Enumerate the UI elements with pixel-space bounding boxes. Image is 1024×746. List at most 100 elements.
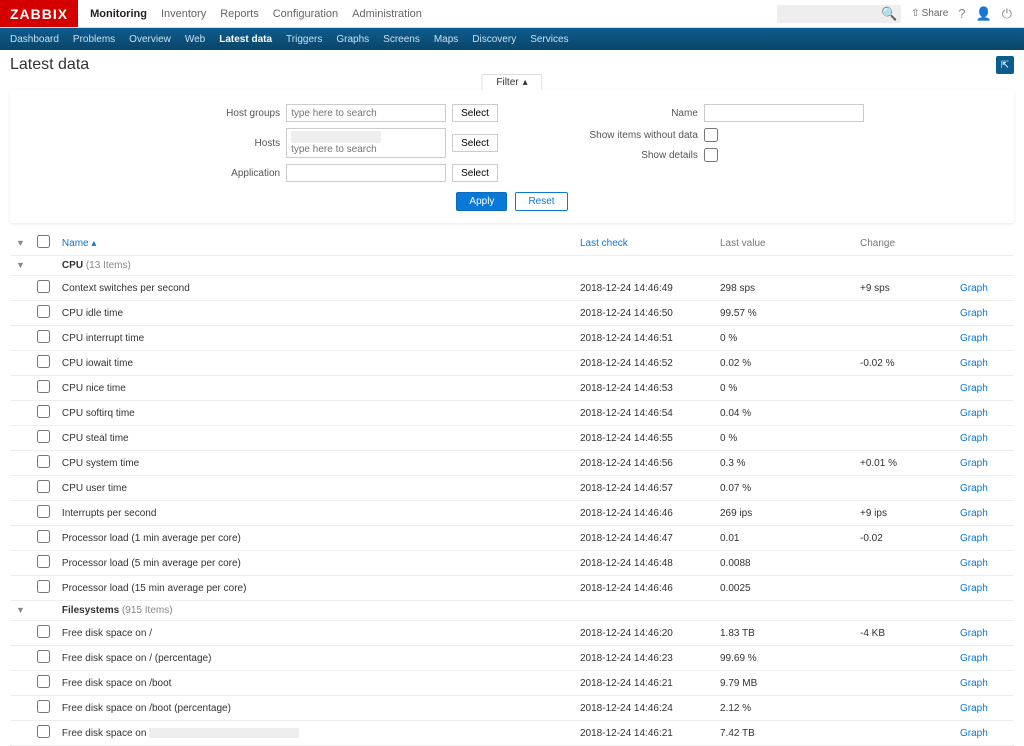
- last-check: 2018-12-24 14:46:55: [574, 426, 714, 451]
- sub-nav-latest-data[interactable]: Latest data: [219, 34, 272, 45]
- search-icon[interactable]: 🔍: [881, 6, 897, 22]
- graph-link[interactable]: Graph: [960, 653, 988, 664]
- graph-link[interactable]: Graph: [960, 728, 988, 739]
- sub-nav-web[interactable]: Web: [185, 34, 205, 45]
- apply-button[interactable]: Apply: [456, 192, 507, 211]
- graph-link[interactable]: Graph: [960, 703, 988, 714]
- page-title: Latest data: [10, 56, 89, 74]
- fullscreen-icon[interactable]: ⇱: [996, 56, 1014, 74]
- row-checkbox[interactable]: [37, 405, 50, 418]
- last-check: 2018-12-24 14:46:46: [574, 576, 714, 601]
- row-checkbox[interactable]: [37, 505, 50, 518]
- table-row: Free disk space on /boot (percentage)201…: [10, 696, 1014, 721]
- last-check: 2018-12-24 14:46:49: [574, 276, 714, 301]
- graph-link[interactable]: Graph: [960, 308, 988, 319]
- show-without-checkbox[interactable]: [704, 128, 718, 142]
- graph-link[interactable]: Graph: [960, 678, 988, 689]
- sub-nav-triggers[interactable]: Triggers: [286, 34, 322, 45]
- row-checkbox[interactable]: [37, 480, 50, 493]
- main-nav-reports[interactable]: Reports: [220, 2, 259, 26]
- show-details-checkbox[interactable]: [704, 148, 718, 162]
- host-groups-select-button[interactable]: Select: [452, 104, 498, 122]
- sub-nav-screens[interactable]: Screens: [383, 34, 420, 45]
- graph-link[interactable]: Graph: [960, 383, 988, 394]
- col-name[interactable]: Name ▴: [56, 231, 574, 256]
- graph-link[interactable]: Graph: [960, 583, 988, 594]
- search-input[interactable]: [781, 5, 881, 23]
- row-checkbox[interactable]: [37, 555, 50, 568]
- row-checkbox[interactable]: [37, 455, 50, 468]
- select-all-checkbox[interactable]: [37, 235, 50, 248]
- change: [854, 426, 954, 451]
- graph-link[interactable]: Graph: [960, 483, 988, 494]
- item-name: Free disk space on /: [56, 621, 574, 646]
- user-icon[interactable]: 👤: [976, 6, 992, 22]
- main-nav-monitoring[interactable]: Monitoring: [90, 2, 147, 26]
- graph-link[interactable]: Graph: [960, 458, 988, 469]
- row-checkbox[interactable]: [37, 700, 50, 713]
- last-value: 0.0088: [714, 551, 854, 576]
- graph-link[interactable]: Graph: [960, 558, 988, 569]
- sub-nav-services[interactable]: Services: [530, 34, 568, 45]
- table-row: Free disk space on /boot2018-12-24 14:46…: [10, 671, 1014, 696]
- col-change: Change: [854, 231, 954, 256]
- caret-up-icon: ▴: [523, 77, 528, 88]
- row-checkbox[interactable]: [37, 530, 50, 543]
- row-checkbox[interactable]: [37, 355, 50, 368]
- group-name: Filesystems: [62, 605, 119, 616]
- graph-link[interactable]: Graph: [960, 628, 988, 639]
- row-checkbox[interactable]: [37, 305, 50, 318]
- graph-link[interactable]: Graph: [960, 533, 988, 544]
- row-checkbox[interactable]: [37, 380, 50, 393]
- hosts-select-button[interactable]: Select: [452, 134, 498, 152]
- logo[interactable]: ZABBIX: [0, 0, 78, 27]
- graph-link[interactable]: Graph: [960, 333, 988, 344]
- hosts-selected-chip[interactable]: [291, 131, 381, 143]
- filter-toggle[interactable]: Filter▴: [481, 74, 542, 90]
- item-name: CPU idle time: [56, 301, 574, 326]
- last-check: 2018-12-24 14:46:46: [574, 501, 714, 526]
- application-select-button[interactable]: Select: [452, 164, 498, 182]
- graph-link[interactable]: Graph: [960, 433, 988, 444]
- graph-link[interactable]: Graph: [960, 283, 988, 294]
- main-nav-configuration[interactable]: Configuration: [273, 2, 338, 26]
- graph-link[interactable]: Graph: [960, 358, 988, 369]
- share-button[interactable]: ⇧Share: [911, 8, 948, 19]
- row-checkbox[interactable]: [37, 675, 50, 688]
- row-checkbox[interactable]: [37, 580, 50, 593]
- filter-panel: Filter▴ Host groups Select Hosts Select …: [10, 90, 1014, 223]
- name-label: Name: [578, 108, 698, 119]
- sub-nav-maps[interactable]: Maps: [434, 34, 458, 45]
- sub-nav-dashboard[interactable]: Dashboard: [10, 34, 59, 45]
- row-checkbox[interactable]: [37, 430, 50, 443]
- hosts-input[interactable]: [291, 144, 441, 155]
- row-checkbox[interactable]: [37, 725, 50, 738]
- power-icon[interactable]: ⏻: [1002, 6, 1012, 22]
- row-checkbox[interactable]: [37, 625, 50, 638]
- last-value: 99.69 %: [714, 646, 854, 671]
- row-checkbox[interactable]: [37, 650, 50, 663]
- graph-link[interactable]: Graph: [960, 508, 988, 519]
- row-checkbox[interactable]: [37, 330, 50, 343]
- application-input[interactable]: [286, 164, 446, 182]
- main-nav-inventory[interactable]: Inventory: [161, 2, 206, 26]
- item-name: Interrupts per second: [56, 501, 574, 526]
- reset-button[interactable]: Reset: [515, 192, 567, 211]
- name-input[interactable]: [704, 104, 864, 122]
- collapse-all-icon[interactable]: ▼: [16, 238, 25, 248]
- sub-nav-overview[interactable]: Overview: [129, 34, 171, 45]
- global-search[interactable]: 🔍: [777, 5, 901, 23]
- sub-nav-problems[interactable]: Problems: [73, 34, 115, 45]
- sub-nav-discovery[interactable]: Discovery: [472, 34, 516, 45]
- col-last-check[interactable]: Last check: [574, 231, 714, 256]
- help-icon[interactable]: ?: [958, 6, 965, 21]
- collapse-icon[interactable]: ▼: [16, 260, 25, 270]
- change: [854, 576, 954, 601]
- row-checkbox[interactable]: [37, 280, 50, 293]
- main-nav-administration[interactable]: Administration: [352, 2, 422, 26]
- host-groups-input[interactable]: [286, 104, 446, 122]
- collapse-icon[interactable]: ▼: [16, 605, 25, 615]
- item-name: CPU system time: [56, 451, 574, 476]
- sub-nav-graphs[interactable]: Graphs: [336, 34, 369, 45]
- graph-link[interactable]: Graph: [960, 408, 988, 419]
